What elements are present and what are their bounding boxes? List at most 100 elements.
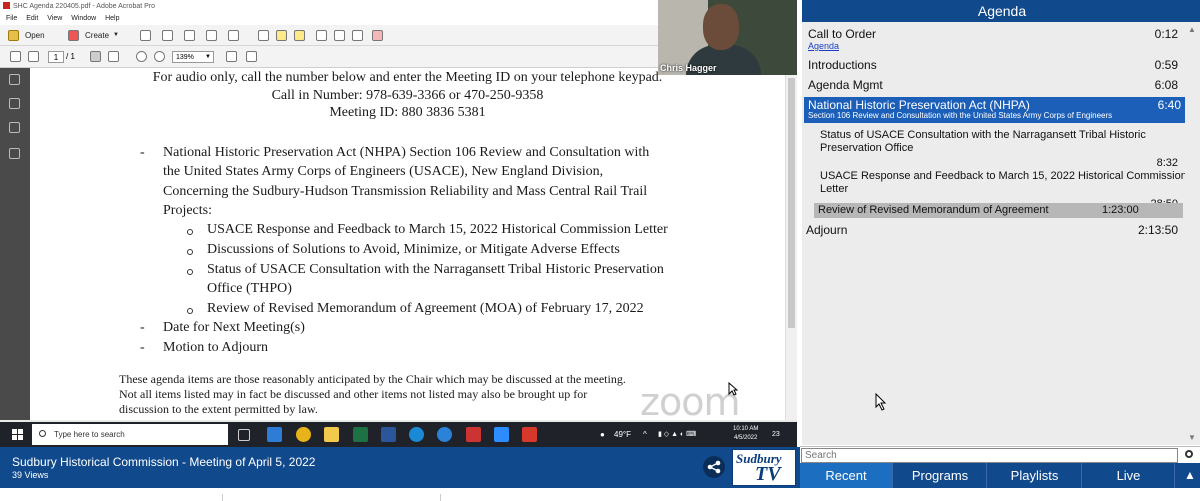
zoom-watermark: zoom bbox=[640, 380, 740, 424]
menu-edit[interactable]: Edit bbox=[26, 15, 38, 22]
menu-window[interactable]: Window bbox=[71, 15, 96, 22]
edge-icon[interactable] bbox=[437, 427, 452, 442]
agenda-time[interactable]: 0:59 bbox=[1155, 58, 1178, 72]
tab-programs[interactable]: Programs bbox=[894, 463, 987, 488]
pages-panel-icon[interactable] bbox=[9, 74, 20, 85]
weather-icon[interactable]: ● bbox=[600, 422, 605, 447]
fit-page-icon[interactable] bbox=[226, 51, 237, 62]
tab-recent[interactable]: Recent bbox=[800, 463, 893, 488]
print-icon[interactable] bbox=[184, 30, 195, 41]
share-doc-icon[interactable] bbox=[372, 30, 383, 41]
divider bbox=[222, 494, 223, 501]
chevron-up-icon[interactable]: ▲ bbox=[1180, 463, 1200, 488]
pdf-scrollbar[interactable] bbox=[785, 68, 797, 420]
doc-item1-line2: the United States Army Corps of Engineer… bbox=[163, 164, 604, 179]
highlight-icon[interactable] bbox=[294, 30, 305, 41]
stamp-icon[interactable] bbox=[334, 30, 345, 41]
bookmarks-icon[interactable] bbox=[9, 98, 20, 109]
page-number-input[interactable]: 1 bbox=[48, 51, 64, 63]
agenda-time[interactable]: 6:08 bbox=[1155, 78, 1178, 92]
menu-file[interactable]: File bbox=[6, 15, 17, 22]
agenda-time[interactable]: 2:13:50 bbox=[1138, 223, 1178, 237]
taskbar-search[interactable]: Type here to search bbox=[32, 424, 228, 445]
zoom-level-select[interactable]: 139% ▼ bbox=[172, 51, 214, 63]
outlook-icon[interactable] bbox=[267, 427, 282, 442]
comment-icon[interactable] bbox=[276, 30, 287, 41]
folder-icon[interactable] bbox=[8, 30, 19, 41]
doc-sub-item3-line2: Office (THPO) bbox=[207, 281, 292, 296]
save-icon[interactable] bbox=[140, 30, 151, 41]
zoom-out-icon[interactable] bbox=[136, 51, 147, 62]
pdf-scrollbar-thumb[interactable] bbox=[788, 78, 795, 328]
doc-footer-line3: discussion to the extent permitted by la… bbox=[119, 402, 318, 416]
settings-icon[interactable] bbox=[258, 30, 269, 41]
tab-live[interactable]: Live bbox=[1083, 463, 1175, 488]
attach-icon[interactable] bbox=[316, 30, 327, 41]
search-icon[interactable] bbox=[1185, 450, 1193, 458]
task-view-icon[interactable] bbox=[238, 429, 250, 441]
agenda-item-adjourn[interactable]: Adjourn bbox=[806, 223, 847, 237]
browser-icon[interactable] bbox=[409, 427, 424, 442]
video-info-bar: Sudbury Historical Commission - Meeting … bbox=[0, 447, 800, 488]
screen: SHC Agenda 220405.pdf - Adobe Acrobat Pr… bbox=[0, 0, 1200, 501]
agenda-time[interactable]: 0:12 bbox=[1155, 27, 1178, 41]
agenda-item-call-to-order[interactable]: Call to Order bbox=[808, 27, 876, 41]
create-pdf-icon[interactable] bbox=[68, 30, 79, 41]
doc-sub-item1: USACE Response and Feedback to March 15,… bbox=[207, 222, 668, 237]
chrome-icon[interactable] bbox=[296, 427, 311, 442]
zoom-app-icon[interactable] bbox=[494, 427, 509, 442]
app-icon[interactable] bbox=[466, 427, 481, 442]
doc-item1-line1: National Historic Preservation Act (NHPA… bbox=[163, 145, 650, 160]
excel-icon[interactable] bbox=[353, 427, 368, 442]
file-explorer-icon[interactable] bbox=[324, 427, 339, 442]
tab-playlists[interactable]: Playlists bbox=[988, 463, 1082, 488]
select-tool-icon[interactable] bbox=[90, 51, 101, 62]
create-button[interactable]: Create bbox=[82, 28, 112, 43]
word-icon[interactable] bbox=[381, 427, 396, 442]
agenda-link[interactable]: Agenda bbox=[808, 41, 839, 51]
agenda-sub-item-review[interactable]: Review of Revised Memorandum of Agreemen… bbox=[818, 204, 1049, 217]
pdf-document: For audio only, call the number below an… bbox=[30, 68, 785, 420]
share-button[interactable] bbox=[703, 456, 725, 478]
email-icon[interactable] bbox=[228, 30, 239, 41]
tray-icons[interactable]: ▮ ◇ ▲ ◐ ⌨ bbox=[658, 422, 696, 447]
nav-tabs: Recent Programs Playlists Live ▲ bbox=[800, 463, 1200, 488]
zoom-in-icon[interactable] bbox=[154, 51, 165, 62]
video-player[interactable]: SHC Agenda 220405.pdf - Adobe Acrobat Pr… bbox=[0, 0, 797, 447]
acrobat-taskbar-icon[interactable] bbox=[522, 427, 537, 442]
agenda-item-nhpa-active[interactable]: National Historic Preservation Act (NHPA… bbox=[804, 97, 1185, 123]
weather-temp[interactable]: 49°F bbox=[614, 422, 631, 447]
agenda-item-introductions[interactable]: Introductions bbox=[808, 58, 877, 72]
agenda-scrollbar[interactable]: ▲ ▼ bbox=[1185, 22, 1198, 445]
open-button[interactable]: Open bbox=[22, 28, 48, 43]
page-up-icon[interactable] bbox=[10, 51, 21, 62]
doc-compare-icon[interactable] bbox=[352, 30, 363, 41]
signatures-icon[interactable] bbox=[9, 148, 20, 159]
agenda-sub-item-status[interactable]: Status of USACE Consultation with the Na… bbox=[820, 129, 1190, 155]
hand-tool-icon[interactable] bbox=[108, 51, 119, 62]
agenda-time[interactable]: 1:23:00 bbox=[1102, 204, 1139, 216]
notification-count: 23 bbox=[772, 431, 780, 438]
agenda-search-input[interactable] bbox=[801, 448, 1178, 463]
edit-icon[interactable] bbox=[206, 30, 217, 41]
page-down-icon[interactable] bbox=[28, 51, 39, 62]
full-screen-icon[interactable] bbox=[246, 51, 257, 62]
menu-view[interactable]: View bbox=[47, 15, 62, 22]
attachments-icon[interactable] bbox=[9, 122, 20, 133]
scroll-down-icon[interactable]: ▼ bbox=[1188, 433, 1196, 442]
agenda-sub-item-response[interactable]: USACE Response and Feedback to March 15,… bbox=[820, 170, 1190, 196]
notification-icon[interactable]: 23 bbox=[772, 422, 780, 447]
circle-bullet bbox=[187, 269, 193, 275]
mouse-cursor-icon bbox=[728, 382, 738, 396]
windows-start-icon[interactable] bbox=[12, 429, 24, 441]
scroll-up-icon[interactable]: ▲ bbox=[1188, 25, 1196, 34]
upload-cloud-icon[interactable] bbox=[162, 30, 173, 41]
agenda-time[interactable]: 8:32 bbox=[1157, 157, 1178, 169]
agenda-item-agenda-mgmt[interactable]: Agenda Mgmt bbox=[808, 78, 883, 92]
agenda-search-row bbox=[800, 446, 1200, 463]
create-dropdown-icon[interactable]: ▼ bbox=[110, 28, 122, 43]
tray-chevron-icon[interactable]: ^ bbox=[643, 422, 647, 447]
taskbar-clock[interactable]: 10:10 AM 4/5/2022 bbox=[733, 425, 758, 443]
menu-help[interactable]: Help bbox=[105, 15, 119, 22]
divider bbox=[440, 494, 441, 501]
